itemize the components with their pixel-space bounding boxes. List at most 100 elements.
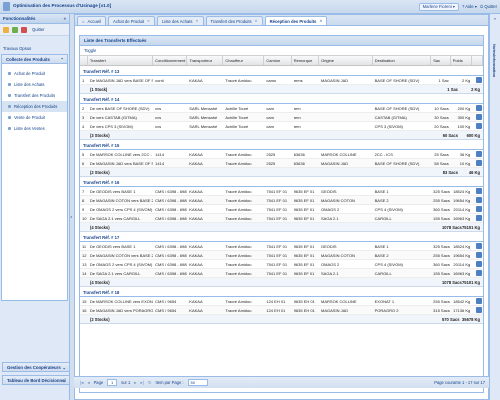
table-row[interactable]: 4 De vers CPS 3 (SIVOM) cvs SARL Mensahé Ach… (80, 122, 483, 131)
close-icon[interactable]: ✕ (255, 17, 258, 26)
edit-icon[interactable] (475, 197, 482, 203)
edit-icon[interactable] (475, 123, 482, 129)
row-action[interactable] (472, 269, 483, 277)
edit-icon[interactable] (475, 298, 482, 304)
edit-icon[interactable] (475, 105, 482, 111)
close-icon[interactable]: ✕ (319, 17, 322, 26)
column-header[interactable]: Destination (373, 56, 432, 65)
refresh-icon[interactable]: ↻ (148, 380, 152, 386)
table-row[interactable]: 7 De GEODIS vers BASE 1 CMS / 6398 - 69854… (80, 187, 483, 196)
column-header[interactable] (80, 56, 88, 65)
row-action[interactable] (472, 251, 483, 259)
user-menu-button[interactable]: Marlene Fioreni ▾ (418, 3, 460, 11)
row-action[interactable] (472, 205, 483, 213)
right-collapsed-panel[interactable]: « NotesInformation (489, 14, 500, 400)
next-page-icon[interactable]: ▸ (134, 380, 136, 386)
grid-body[interactable]: Transfert Réf. # 13 1 De MAGASIN JAD vers … (80, 66, 483, 380)
table-row[interactable]: 12 De MAGASIN COTON vers BASE 2 CMS / 6398… (80, 251, 483, 260)
table-row[interactable]: 9 De OMAGS 2 vers CPS 4 (SIVOM) CMS / 6398… (80, 205, 483, 214)
column-header[interactable]: Poids (451, 56, 473, 65)
edit-icon[interactable] (475, 114, 482, 120)
row-action[interactable] (472, 113, 483, 121)
row-action[interactable] (472, 76, 483, 84)
table-row[interactable]: 11De GEODIS vers BASE 1 CMS / 6398 - 6985… (80, 242, 483, 251)
column-header[interactable]: Sac (431, 56, 451, 65)
first-page-icon[interactable]: |◂ (80, 380, 83, 386)
edit-icon[interactable] (475, 151, 482, 157)
group-header[interactable]: Transfert Réf. # 15 (80, 141, 483, 150)
table-row[interactable]: 13 De OMAGS 2 vers CPS 4 (SIVOM) CMS / 639… (80, 260, 483, 269)
row-action[interactable] (472, 306, 483, 314)
tab-transfert[interactable]: Transfert des Produits ✕ (205, 16, 263, 26)
column-header[interactable]: Transfert (88, 56, 154, 65)
table-row[interactable]: 8 De MAGASIN COTON vers BASE 2 CMS / 6398 … (80, 196, 483, 205)
edit-icon[interactable] (475, 270, 482, 276)
sidebar-item-achat[interactable]: Achat de Produit (2, 68, 67, 79)
edit-icon[interactable] (475, 206, 482, 212)
edit-icon[interactable] (475, 215, 482, 221)
sidebar-item-transfert[interactable]: Transfert des Produits (2, 90, 67, 101)
edit-icon[interactable] (475, 261, 482, 267)
help-button[interactable]: ? Aide ▾ (462, 3, 477, 11)
accordion-header-tableau-bord[interactable]: Tableau de Bord Décisionnel ⌄ (2, 375, 70, 385)
edit-icon[interactable] (475, 188, 482, 194)
tab-liste-achats[interactable]: Liste des Achats ✕ (157, 16, 204, 25)
column-header[interactable]: Transporteur (187, 56, 224, 65)
quit-button[interactable]: ⏻ Quitter (480, 3, 497, 11)
last-page-icon[interactable]: ▸| (140, 380, 143, 386)
prev-page-icon[interactable]: ◂ (87, 380, 89, 386)
accordion-header-cooperateurs[interactable]: Gestion des Coopérateurs ⌄ (2, 362, 70, 372)
group-header[interactable]: Transfert Réf. # 16 (80, 178, 483, 187)
left-quit-label[interactable]: Quitter (32, 27, 45, 32)
table-row[interactable]: 10 De SAGA 2.1 vers CARGILL CMS / 6398 - 6… (80, 214, 483, 223)
column-header[interactable]: Conditionnement (153, 56, 188, 65)
table-row[interactable]: 16 De MAGASIN JAD vers PORAGRO 2 CMS / 965… (80, 306, 483, 315)
accordion-header-collecte[interactable]: Collecte des Produits ⌃ (1, 54, 68, 64)
row-action[interactable] (472, 260, 483, 268)
edit-icon[interactable] (475, 77, 482, 83)
edit-icon[interactable] (475, 160, 482, 166)
toggle-button[interactable]: Toggle (80, 46, 483, 56)
row-action[interactable] (472, 187, 483, 195)
sidebar-item-liste-ventes[interactable]: Liste des Ventes (2, 123, 67, 134)
row-action[interactable] (472, 214, 483, 222)
table-row[interactable]: 2 De vers BASE OF SHORE (SDV) cvs SARL Mens… (80, 104, 483, 113)
tab-accueil[interactable]: ⌂ Accueil (77, 16, 107, 25)
table-row[interactable]: 14 De SAGA 2.1 vers CARGILL CMS / 6398 - 6… (80, 269, 483, 278)
splitter-arrow-icon[interactable]: ◂ (70, 214, 72, 219)
per-page-select[interactable]: 50 (187, 379, 208, 386)
sidebar-item-liste-achats[interactable]: Liste des Achats (2, 79, 67, 90)
column-header[interactable]: Camion (264, 56, 292, 65)
column-header[interactable]: Chauffeur (223, 56, 265, 65)
group-header[interactable]: Transfert Réf. # 14 (80, 95, 483, 104)
refresh-icon[interactable] (12, 26, 18, 33)
edit-icon[interactable] (475, 243, 482, 249)
column-header[interactable]: Origine (319, 56, 373, 65)
edit-icon[interactable] (475, 307, 482, 313)
chevron-up-icon[interactable]: ⌃ (60, 55, 64, 65)
home-icon[interactable] (3, 26, 9, 33)
close-icon[interactable]: ✕ (147, 17, 150, 26)
group-header[interactable]: Transfert Réf. # 13 (80, 67, 483, 76)
close-icon[interactable]: ✕ (196, 17, 199, 26)
sidebar-item-vente[interactable]: Vente de Produit (2, 112, 67, 123)
edit-icon[interactable] (475, 252, 482, 258)
expand-right-icon[interactable]: « (490, 14, 500, 24)
tab-reception[interactable]: Réception des Produits ✕ (264, 16, 328, 26)
column-header[interactable]: Remorque (292, 56, 320, 65)
row-action[interactable] (472, 159, 483, 167)
table-row[interactable]: 1 De MAGASIN JAD vers BASE OF SHO...conti… (80, 76, 483, 85)
chevron-down-icon[interactable]: ⌄ (62, 376, 66, 386)
table-row[interactable]: 6 De MAGASIN JAD vers BASE OF SHO...1414 K… (80, 159, 483, 168)
row-action[interactable] (472, 150, 483, 158)
column-header[interactable] (472, 56, 484, 65)
row-action[interactable] (472, 242, 483, 250)
row-action[interactable] (472, 104, 483, 112)
quit-icon[interactable] (21, 26, 27, 33)
table-row[interactable]: 15De MARSOK COLLINE vers EXONAT 1CMS / 9… (80, 297, 483, 306)
row-action[interactable] (472, 122, 483, 130)
collapse-left-icon[interactable]: « (64, 14, 66, 24)
group-header[interactable]: Transfert Réf. # 17 (80, 233, 483, 242)
table-row[interactable]: 5 De MARSOK COLLINE vers 2CC - ICS 1414 KAK… (80, 150, 483, 159)
chevron-down-icon[interactable]: ⌄ (62, 363, 66, 373)
